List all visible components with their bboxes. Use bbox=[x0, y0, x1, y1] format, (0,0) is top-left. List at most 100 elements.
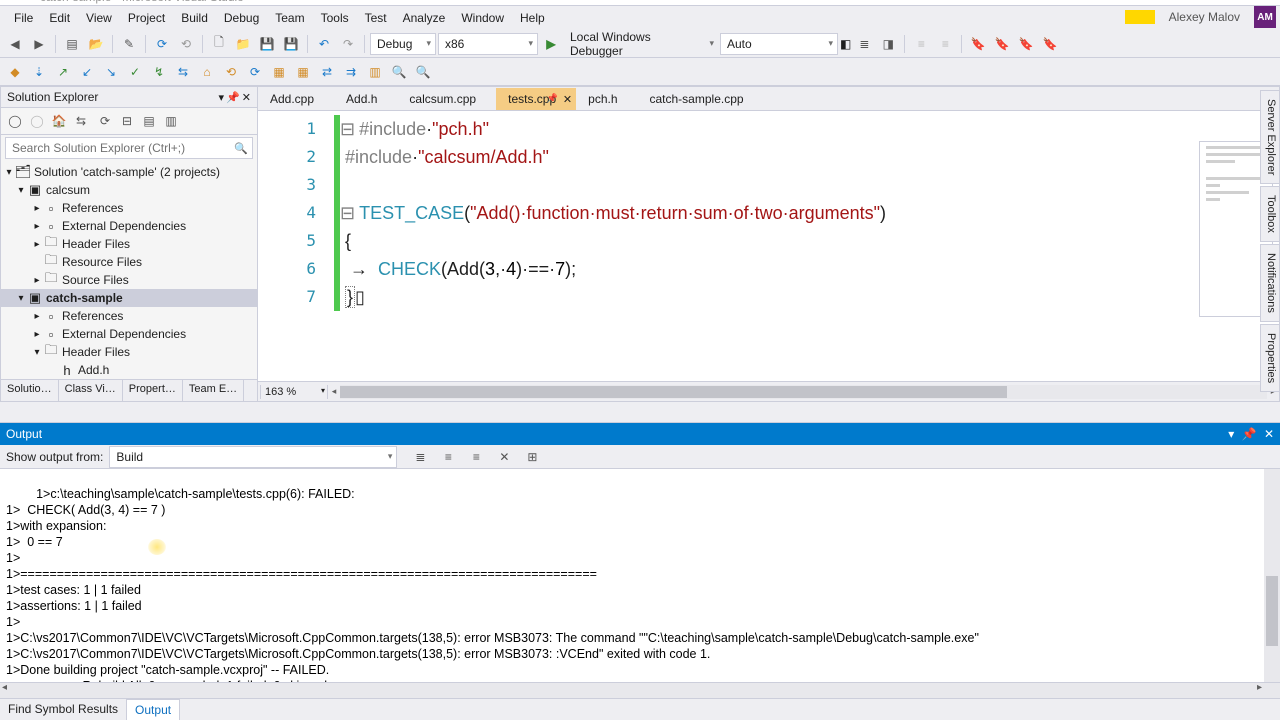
tab-classview[interactable]: Class Vi… bbox=[59, 380, 123, 401]
panel-pin-icon[interactable]: 📌 bbox=[226, 91, 240, 104]
stop-refresh-icon[interactable]: ⟲ bbox=[175, 33, 197, 55]
menu-debug[interactable]: Debug bbox=[216, 7, 267, 29]
output-vscroll[interactable] bbox=[1264, 469, 1280, 682]
menu-edit[interactable]: Edit bbox=[41, 7, 78, 29]
sln-fwd-icon[interactable]: ◯ bbox=[27, 111, 47, 131]
platform-combo[interactable]: x86 bbox=[438, 33, 538, 55]
menu-help[interactable]: Help bbox=[512, 7, 553, 29]
doc-tab[interactable]: Add.h bbox=[334, 88, 397, 110]
dbg-icon-2[interactable]: ⇣ bbox=[28, 61, 50, 83]
dbg-icon-15[interactable]: ⇉ bbox=[340, 61, 362, 83]
bookmark-prev-icon[interactable]: 🔖 bbox=[991, 33, 1013, 55]
doc-tab[interactable]: catch-sample.cpp bbox=[638, 88, 764, 110]
dbg-icon-12[interactable]: ▦ bbox=[268, 61, 290, 83]
doc-tab[interactable]: tests.cpp📌✕ bbox=[496, 88, 576, 110]
sln-props-icon[interactable]: ▥ bbox=[161, 111, 181, 131]
tree-item[interactable]: ▸🗀Header Files bbox=[1, 235, 257, 253]
dbg-icon-4[interactable]: ↙ bbox=[76, 61, 98, 83]
dbg-icon-1[interactable]: ◆ bbox=[4, 61, 26, 83]
tab-solution[interactable]: Solutio… bbox=[1, 380, 59, 401]
new-project-icon[interactable]: ▤ bbox=[61, 33, 83, 55]
sln-collapse-icon[interactable]: ⊟ bbox=[117, 111, 137, 131]
dbg-icon-13[interactable]: ▦ bbox=[292, 61, 314, 83]
config-combo[interactable]: Debug bbox=[370, 33, 436, 55]
tab-output[interactable]: Output bbox=[126, 699, 180, 720]
sln-showall-icon[interactable]: ▤ bbox=[139, 111, 159, 131]
dbg-icon-10[interactable]: ⟲ bbox=[220, 61, 242, 83]
debugger-combo[interactable]: Local Windows Debugger bbox=[564, 33, 718, 55]
new-item-icon[interactable]: 🗋 bbox=[208, 33, 230, 55]
hscroll-left-icon[interactable]: ◂ bbox=[328, 386, 340, 397]
dbg-icon-6[interactable]: ✓ bbox=[124, 61, 146, 83]
output-pin-icon[interactable]: 📌 bbox=[1242, 427, 1257, 441]
menu-analyze[interactable]: Analyze bbox=[395, 7, 454, 29]
tb-icon-3[interactable]: ◨ bbox=[877, 33, 899, 55]
avatar[interactable]: AM bbox=[1254, 6, 1276, 28]
menu-view[interactable]: View bbox=[78, 7, 120, 29]
menu-project[interactable]: Project bbox=[120, 7, 173, 29]
dbg-icon-9[interactable]: ⌂ bbox=[196, 61, 218, 83]
menu-team[interactable]: Team bbox=[267, 7, 312, 29]
tree-item[interactable]: 🗀Resource Files bbox=[1, 253, 257, 271]
tree-item[interactable]: ▸🗀Source Files bbox=[1, 271, 257, 289]
navigate-back-icon[interactable]: ◀ bbox=[4, 33, 26, 55]
navigate-fwd-icon[interactable]: ▶ bbox=[28, 33, 50, 55]
start-debug-icon[interactable]: ▶ bbox=[540, 33, 562, 55]
tab-teamexp[interactable]: Team E… bbox=[183, 380, 244, 401]
open-icon[interactable]: 📁 bbox=[232, 33, 254, 55]
dbg-icon-3[interactable]: ↗ bbox=[52, 61, 74, 83]
doc-tab[interactable]: Add.cpp bbox=[258, 88, 334, 110]
doc-tab[interactable]: pch.h bbox=[576, 88, 637, 110]
save-icon[interactable]: 💾 bbox=[256, 33, 278, 55]
indent-right-icon[interactable]: ≡ bbox=[934, 33, 956, 55]
strip-server-explorer[interactable]: Server Explorer bbox=[1260, 90, 1280, 184]
strip-properties[interactable]: Properties bbox=[1260, 324, 1280, 392]
bookmark-icon[interactable]: 🔖 bbox=[967, 33, 989, 55]
code-text[interactable]: ⊟#include·"pch.h" #include·"calcsum/Add.… bbox=[334, 111, 886, 381]
save-all-icon[interactable]: 💾 bbox=[280, 33, 302, 55]
panel-dropdown-icon[interactable]: ▾ bbox=[219, 91, 225, 104]
dbg-icon-14[interactable]: ⇄ bbox=[316, 61, 338, 83]
tree-item[interactable]: ▸▫External Dependencies bbox=[1, 217, 257, 235]
dbg-icon-18[interactable]: 🔍 bbox=[412, 61, 434, 83]
wand-icon[interactable]: ✎ bbox=[118, 33, 140, 55]
dbg-icon-5[interactable]: ↘ bbox=[100, 61, 122, 83]
hscroll-thumb[interactable] bbox=[340, 386, 1007, 398]
sln-sync-icon[interactable]: ⇆ bbox=[71, 111, 91, 131]
zoom-combo[interactable]: 163 % bbox=[260, 385, 328, 399]
user-name[interactable]: Alexey Malov bbox=[1161, 6, 1248, 28]
search-input[interactable]: Search Solution Explorer (Ctrl+;) bbox=[5, 137, 253, 159]
sln-home-icon[interactable]: 🏠 bbox=[49, 111, 69, 131]
menu-tools[interactable]: Tools bbox=[313, 7, 357, 29]
open-file-icon[interactable]: 📂 bbox=[85, 33, 107, 55]
out-tb-icon-4[interactable]: ✕ bbox=[493, 446, 515, 468]
code-body[interactable]: 1234567 ⊟#include·"pch.h" #include·"calc… bbox=[258, 111, 1279, 381]
output-dropdown-icon[interactable]: ▾ bbox=[1228, 427, 1234, 441]
out-tb-icon-5[interactable]: ⊞ bbox=[521, 446, 543, 468]
indent-left-icon[interactable]: ≡ bbox=[910, 33, 932, 55]
tb-icon-2[interactable]: ≣ bbox=[853, 33, 875, 55]
tab-find-symbol[interactable]: Find Symbol Results bbox=[0, 699, 126, 720]
panel-close-icon[interactable]: ✕ bbox=[242, 91, 251, 104]
solution-tree[interactable]: ▾🗂Solution 'catch-sample' (2 projects)▾▣… bbox=[1, 161, 257, 379]
out-tb-icon-2[interactable]: ≡ bbox=[437, 446, 459, 468]
menu-file[interactable]: File bbox=[6, 7, 41, 29]
bookmark-clear-icon[interactable]: 🔖 bbox=[1039, 33, 1061, 55]
tab-properties[interactable]: Propert… bbox=[123, 380, 183, 401]
strip-notifications[interactable]: Notifications bbox=[1260, 244, 1280, 322]
auto-combo[interactable]: Auto bbox=[720, 33, 838, 55]
doc-tab[interactable]: calcsum.cpp bbox=[397, 88, 496, 110]
dbg-icon-8[interactable]: ⇆ bbox=[172, 61, 194, 83]
notification-flag-icon[interactable] bbox=[1125, 10, 1155, 24]
tree-item[interactable]: ▾🗂Solution 'catch-sample' (2 projects) bbox=[1, 163, 257, 181]
bookmark-next-icon[interactable]: 🔖 bbox=[1015, 33, 1037, 55]
refresh-icon[interactable]: ⟳ bbox=[151, 33, 173, 55]
tree-item[interactable]: ▸▫References bbox=[1, 307, 257, 325]
dbg-icon-11[interactable]: ⟳ bbox=[244, 61, 266, 83]
sln-back-icon[interactable]: ◯ bbox=[5, 111, 25, 131]
out-tb-icon-1[interactable]: ≣ bbox=[409, 446, 431, 468]
sln-refresh-icon[interactable]: ⟳ bbox=[95, 111, 115, 131]
hscroll-track[interactable] bbox=[340, 385, 1267, 399]
menu-test[interactable]: Test bbox=[357, 7, 395, 29]
dbg-icon-16[interactable]: ▥ bbox=[364, 61, 386, 83]
